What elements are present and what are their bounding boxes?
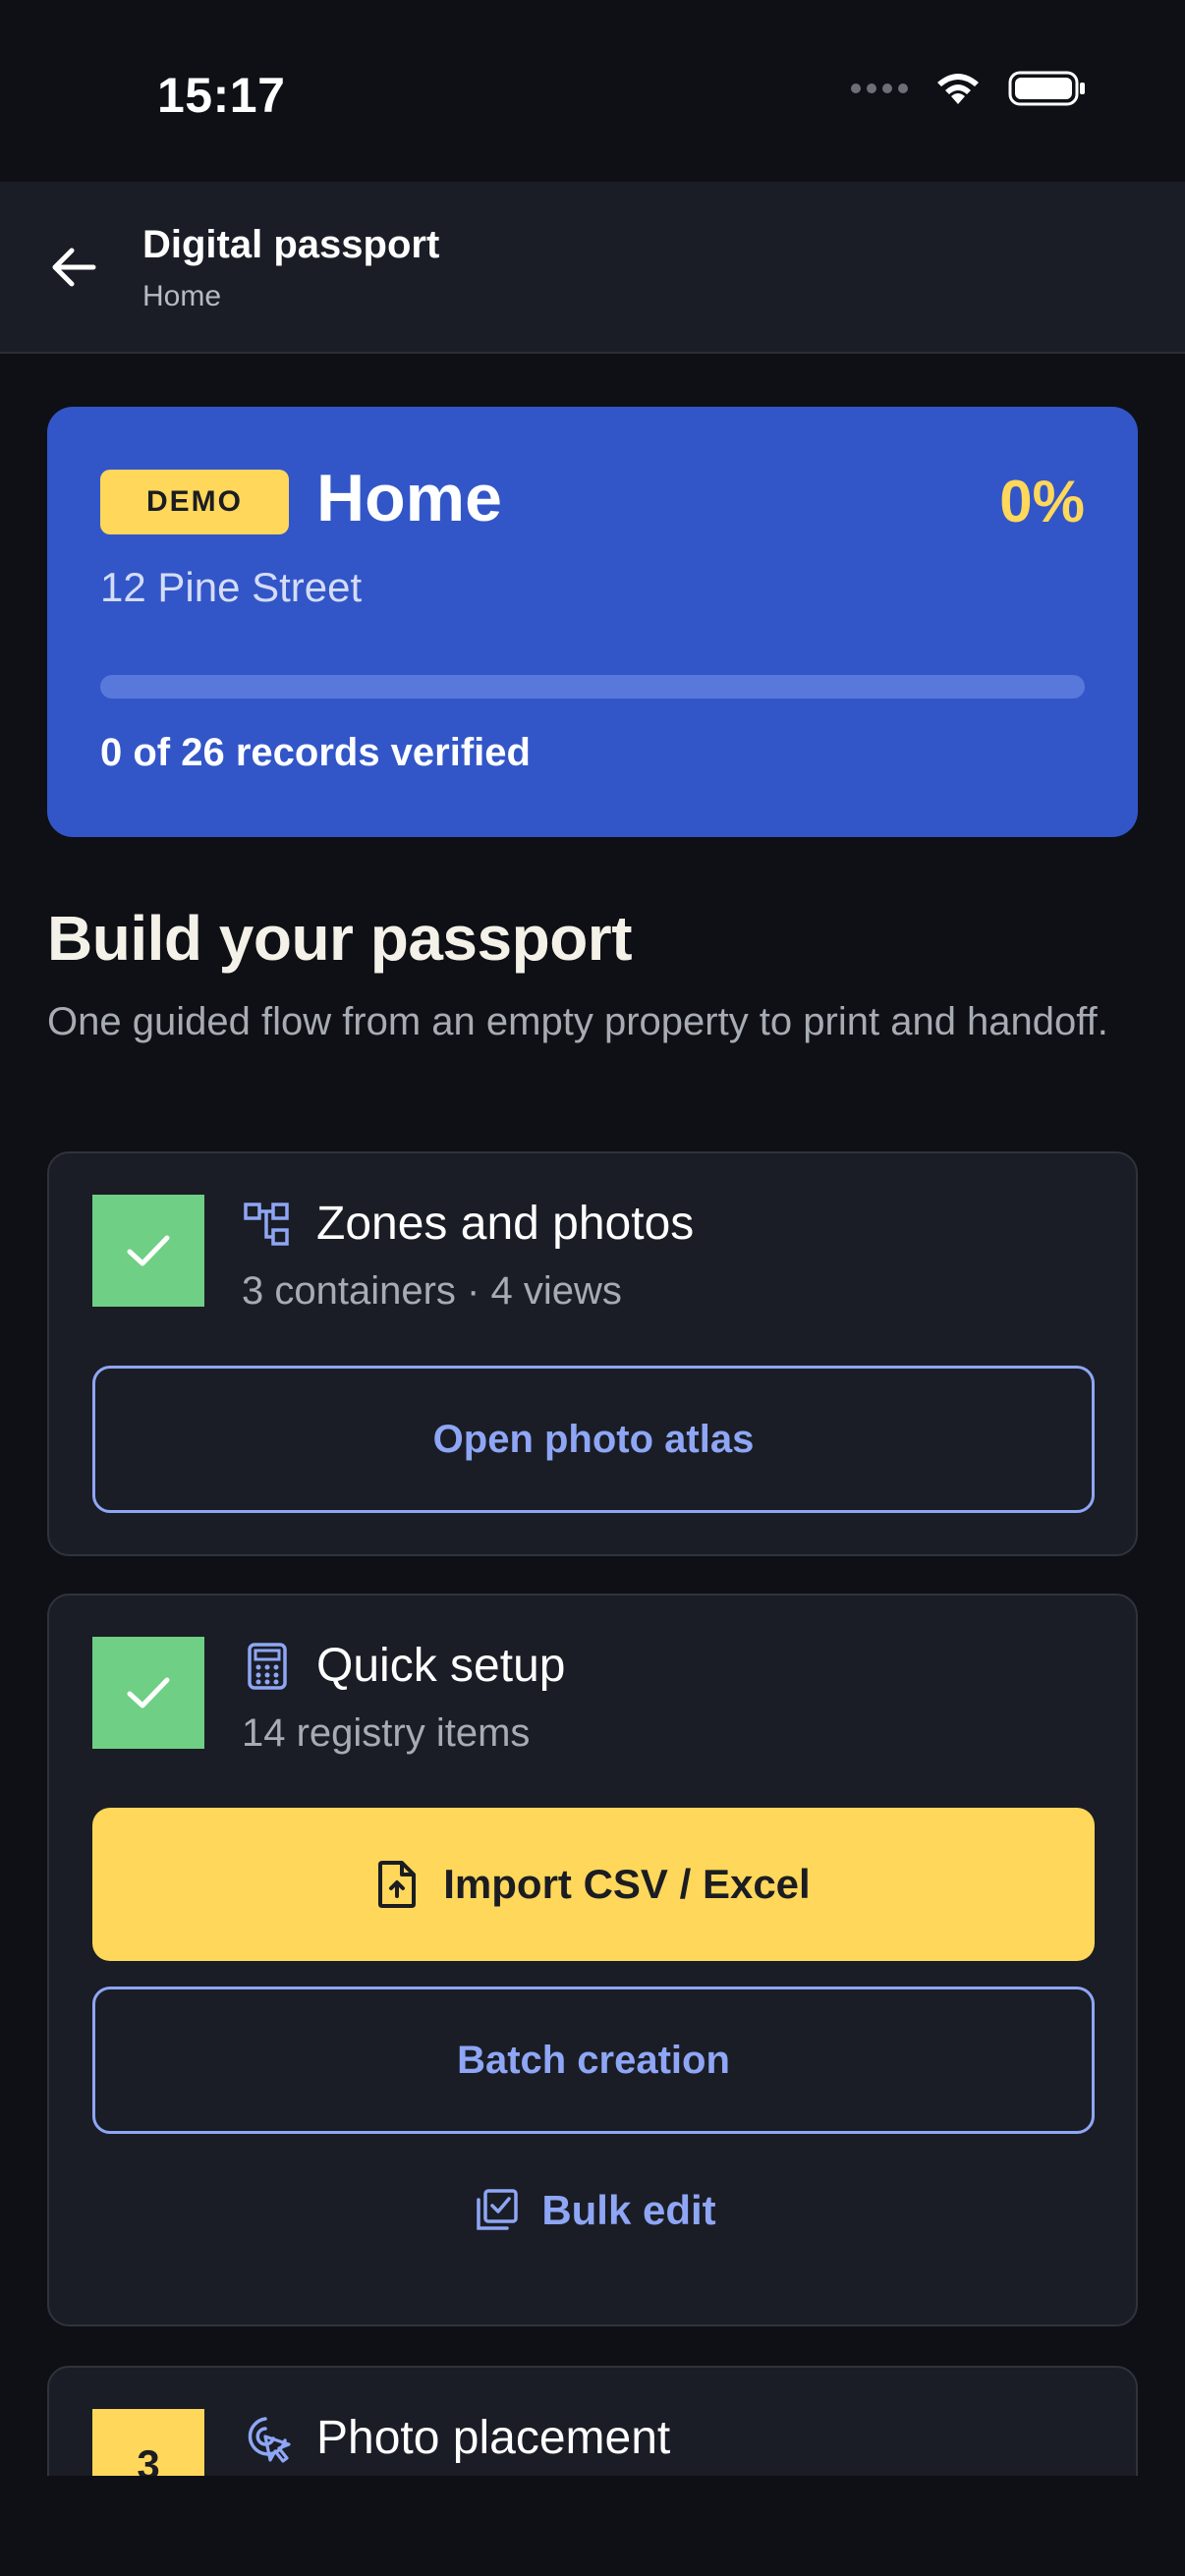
verification-progress-bar [100, 675, 1085, 699]
page-title: Digital passport [142, 223, 440, 266]
status-bar: 15:17 [0, 0, 1185, 182]
records-verified-text: 0 of 26 records verified [100, 731, 531, 774]
property-summary-card: DEMO Home 0% 12 Pine Street 0 of 26 reco… [47, 407, 1138, 837]
arrow-left-icon [52, 248, 96, 287]
file-upload-icon [378, 1861, 417, 1908]
back-button[interactable] [39, 233, 108, 302]
import-csv-button[interactable]: Import CSV / Excel [92, 1808, 1095, 1961]
status-icons [851, 69, 1087, 108]
step-complete-badge [92, 1195, 204, 1307]
demo-badge: DEMO [100, 470, 289, 534]
battery-icon [1008, 71, 1085, 106]
step-subtitle: 3 containers · 4 views [242, 1269, 622, 1313]
bulk-edit-icon [477, 2189, 519, 2230]
status-time: 15:17 [157, 68, 286, 123]
wifi-icon [937, 74, 979, 104]
calculator-icon [248, 1643, 287, 1690]
import-csv-label: Import CSV / Excel [443, 1861, 811, 1907]
check-icon [127, 1677, 170, 1708]
step-complete-badge [92, 1637, 204, 1749]
step-title: Quick setup [316, 1640, 566, 1692]
open-photo-atlas-button[interactable]: Open photo atlas [92, 1366, 1095, 1513]
completion-percent: 0% [999, 469, 1085, 534]
zones-icon [244, 1203, 289, 1246]
bulk-edit-button[interactable]: Bulk edit [49, 2171, 1140, 2250]
step-card-quick-setup: Quick setup 14 registry items Import CSV… [47, 1594, 1138, 2326]
property-address: 12 Pine Street [100, 564, 363, 610]
bottom-safe-area [0, 2476, 1185, 2576]
section-description: One guided flow from an empty property t… [47, 1000, 1108, 1043]
step-subtitle: 14 registry items [242, 1711, 531, 1755]
cellular-signal-icon [851, 84, 908, 93]
batch-creation-button[interactable]: Batch creation [92, 1987, 1095, 2134]
step-title: Zones and photos [316, 1198, 695, 1250]
step-card-zones: Zones and photos 3 containers · 4 views … [47, 1151, 1138, 1556]
app-bar: Digital passport Home [0, 182, 1185, 354]
check-icon [127, 1235, 170, 1266]
cursor-click-icon [248, 2417, 291, 2463]
property-title: Home [316, 461, 502, 535]
section-title: Build your passport [47, 903, 633, 974]
step-title: Photo placement [316, 2412, 671, 2464]
page-subtitle: Home [142, 280, 222, 312]
bulk-edit-label: Bulk edit [541, 2187, 716, 2233]
